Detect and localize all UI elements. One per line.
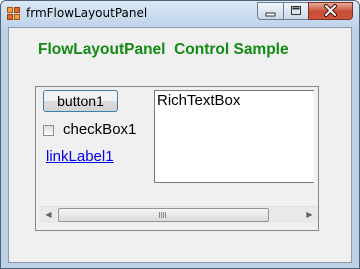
checkbox-box[interactable] bbox=[43, 125, 54, 136]
grip-icon bbox=[159, 212, 167, 218]
rich-text-content: RichTextBox bbox=[157, 92, 241, 109]
close-icon bbox=[324, 4, 337, 17]
checkbox-label[interactable]: checkBox1 bbox=[63, 121, 136, 138]
maximize-icon bbox=[291, 6, 301, 15]
close-button[interactable] bbox=[308, 2, 353, 20]
form-client-area: FlowLayoutPanel Control Sample button1 c… bbox=[8, 27, 352, 263]
title-bar[interactable]: frmFlowLayoutPanel bbox=[1, 1, 359, 27]
minimize-button[interactable] bbox=[257, 2, 283, 20]
arrow-right-icon: ▶ bbox=[306, 210, 313, 219]
app-window: frmFlowLayoutPanel FlowLayoutPanel Contr… bbox=[0, 0, 360, 269]
minimize-icon bbox=[265, 12, 276, 17]
heading-label: FlowLayoutPanel Control Sample bbox=[38, 41, 289, 58]
window-title: frmFlowLayoutPanel bbox=[26, 6, 148, 20]
button1[interactable]: button1 bbox=[43, 90, 118, 112]
link-label1[interactable]: linkLabel1 bbox=[46, 148, 114, 165]
scrollbar-thumb[interactable] bbox=[58, 208, 269, 222]
scroll-right-button[interactable]: ▶ bbox=[301, 207, 318, 224]
maximize-button[interactable] bbox=[283, 2, 308, 20]
arrow-left-icon: ◀ bbox=[45, 210, 52, 219]
scroll-left-button[interactable]: ◀ bbox=[40, 207, 57, 224]
flow-layout-panel: button1 checkBox1 linkLabel1 RichTextBox… bbox=[35, 86, 319, 231]
app-icon[interactable] bbox=[7, 7, 20, 20]
rich-text-box[interactable]: RichTextBox bbox=[154, 90, 314, 183]
horizontal-scrollbar[interactable]: ◀ ▶ bbox=[40, 206, 318, 223]
